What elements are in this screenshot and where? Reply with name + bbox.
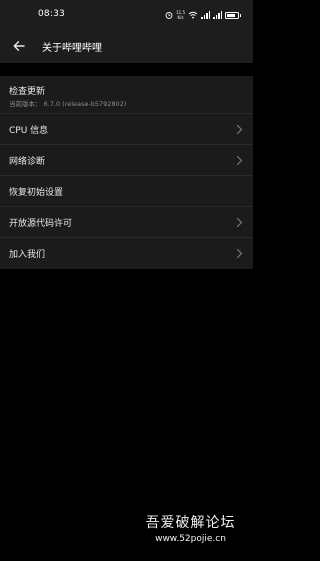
- settings-item-check-update[interactable]: 检查更新当前版本： 6.7.0 (release-b5792802): [0, 76, 253, 114]
- watermark: 吾爱破解论坛 www.52pojie.cn: [128, 514, 253, 546]
- settings-item-label: CPU 信息: [9, 126, 49, 136]
- settings-item-label: 开放源代码许可: [9, 219, 73, 229]
- watermark-text: 吾爱破解论坛: [145, 515, 236, 531]
- settings-list: 检查更新当前版本： 6.7.0 (release-b5792802) CPU 信息…: [0, 76, 253, 269]
- network-speed-unit: K/s: [177, 15, 184, 20]
- settings-item-label: 加入我们: [9, 250, 46, 260]
- status-bar: 08:33 11.5 K/s: [0, 0, 253, 30]
- settings-item-label: 网络诊断: [9, 157, 46, 167]
- alarm-icon: [165, 11, 173, 19]
- signal-icon: [213, 11, 222, 19]
- back-arrow-icon[interactable]: [12, 39, 26, 53]
- settings-item-label: 恢复初始设置: [9, 188, 64, 198]
- settings-item-label: 检查更新: [9, 87, 46, 97]
- status-icons: 11.5 K/s: [165, 9, 241, 21]
- watermark-url: www.52pojie.cn: [155, 534, 226, 544]
- screen: 08:33 11.5 K/s 关于哔哩哔哩 检查更新 当前版本： 6.7.0 (…: [0, 0, 253, 561]
- chevron-right-icon: [236, 155, 243, 166]
- settings-item-join-us[interactable]: 加入我们: [0, 238, 253, 269]
- battery-icon: [225, 11, 241, 19]
- wifi-icon: [188, 11, 198, 19]
- settings-item-reset-settings[interactable]: 恢复初始设置: [0, 176, 253, 207]
- app-bar: 关于哔哩哔哩: [0, 30, 253, 63]
- settings-item-network-diagnosis[interactable]: 网络诊断: [0, 145, 253, 176]
- settings-item-cpu-info[interactable]: CPU 信息: [0, 114, 253, 145]
- status-time: 08:33: [38, 9, 65, 19]
- signal-icon: [201, 11, 210, 19]
- chevron-right-icon: [236, 217, 243, 228]
- network-speed: 11.5 K/s: [176, 10, 185, 20]
- settings-item-open-source-licenses[interactable]: 开放源代码许可: [0, 207, 253, 238]
- page-title: 关于哔哩哔哩: [42, 43, 102, 54]
- chevron-right-icon: [236, 248, 243, 259]
- current-version-text: 当前版本： 6.7.0 (release-b5792802): [9, 100, 127, 108]
- chevron-right-icon: [236, 124, 243, 135]
- battery-level: [227, 13, 235, 17]
